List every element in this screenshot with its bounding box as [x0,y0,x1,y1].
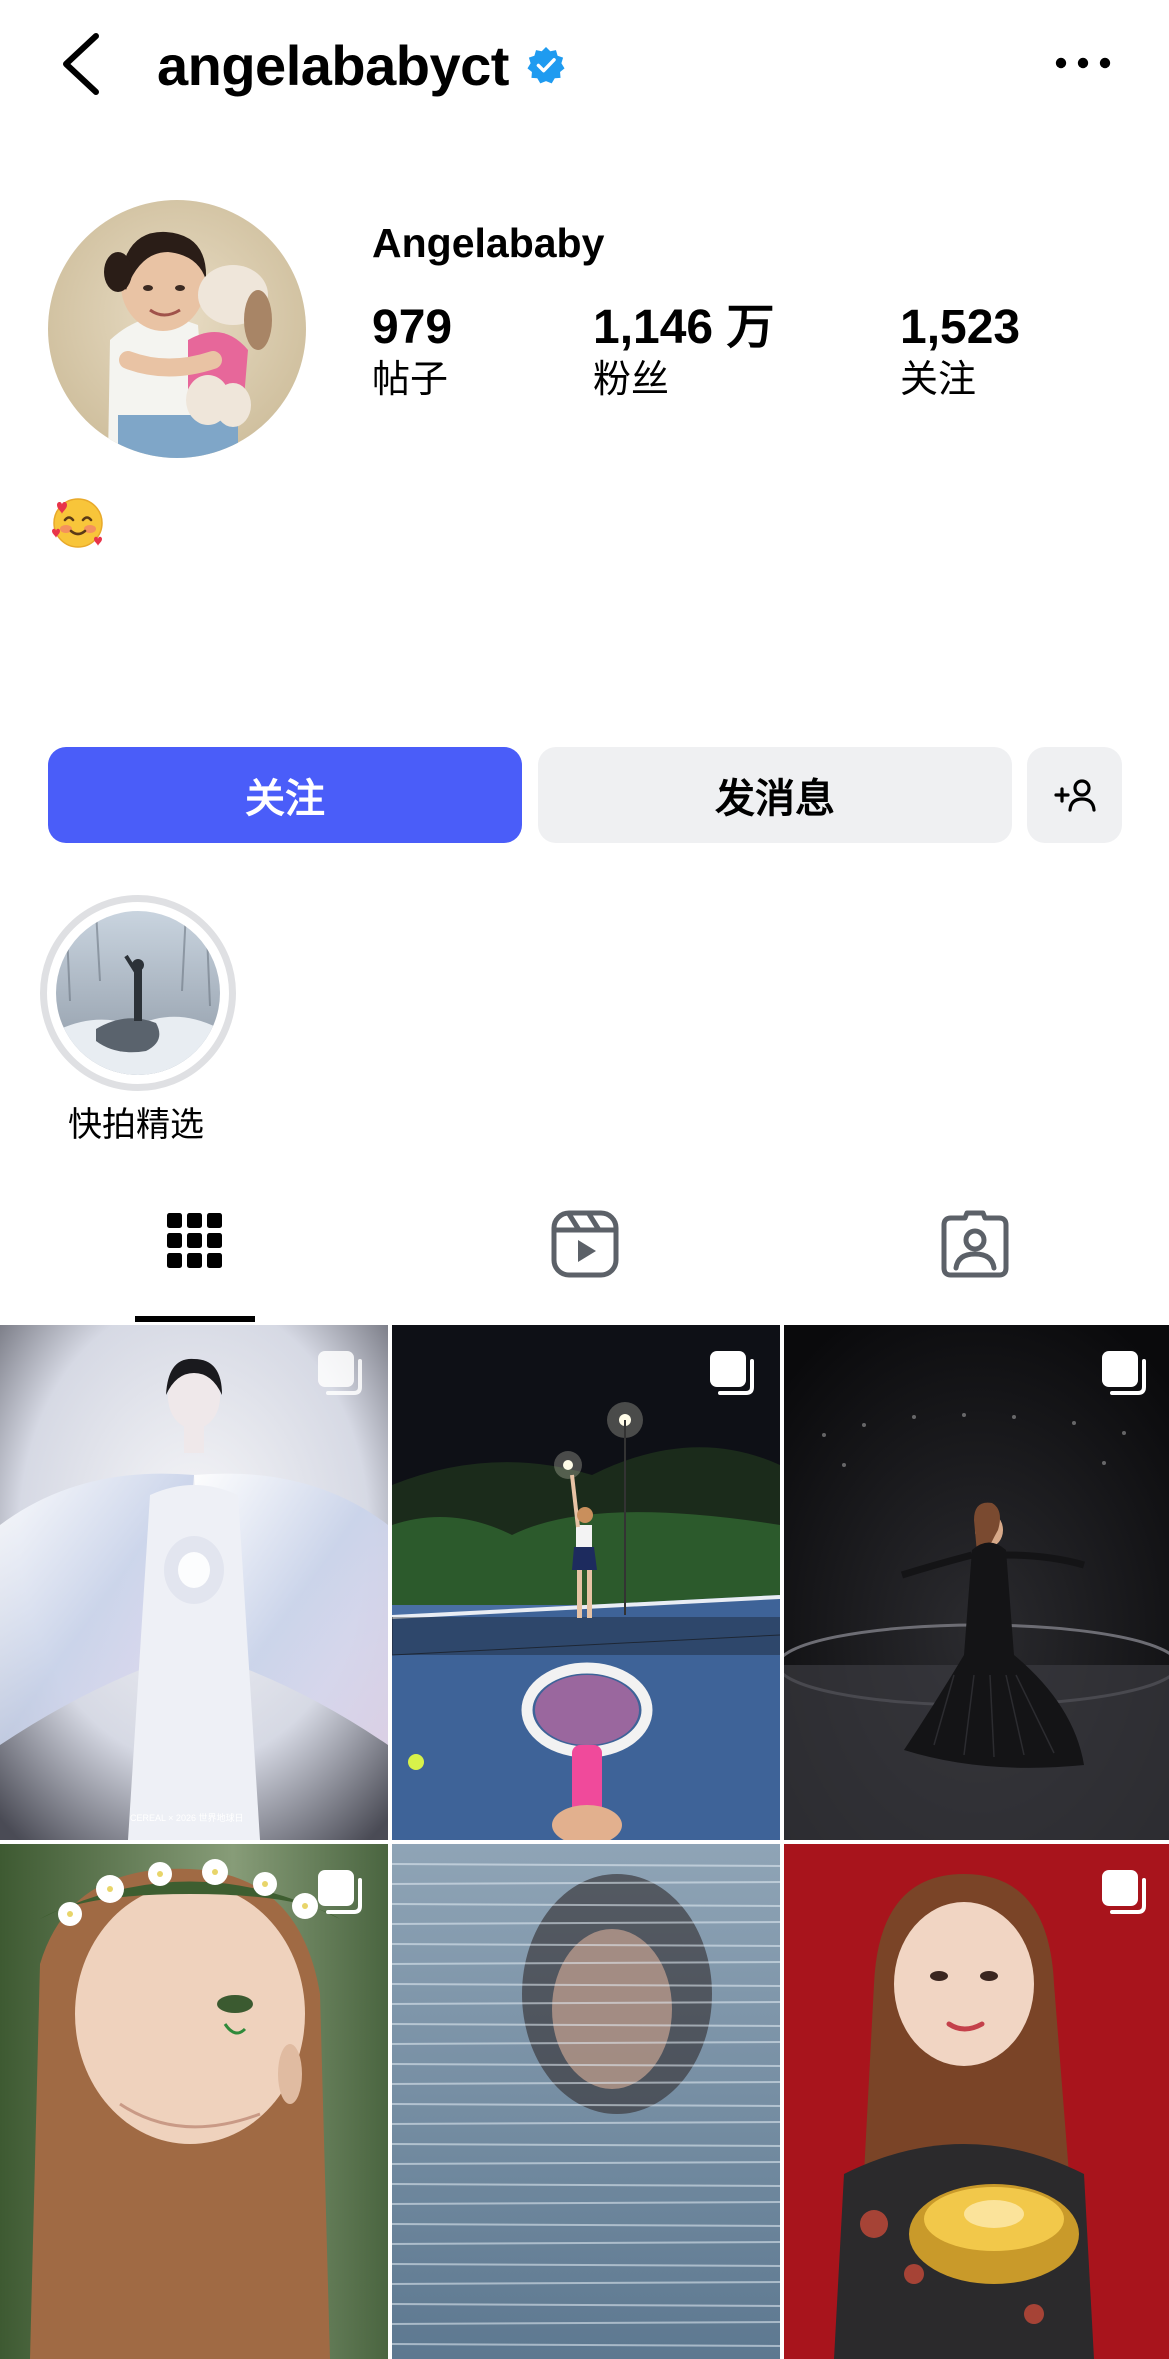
tab-reels[interactable] [525,1210,645,1320]
stat-posts-value: 979 [372,301,453,354]
more-options-button[interactable] [1053,50,1113,76]
multiple-images-icon [318,1351,362,1395]
highlight-item[interactable]: 快拍精选 [40,895,236,1144]
message-button[interactable]: 发消息 [538,747,1012,843]
grid-icon [167,1213,222,1268]
multiple-images-icon [318,1870,362,1914]
top-bar: angelababyct [0,0,1169,130]
highlight-cover [56,911,220,1075]
smiling-face-hearts-emoji [52,498,103,548]
stat-followers-value: 1,146 万 [593,301,775,354]
highlight-ring [40,895,236,1091]
post-image [0,1325,388,1840]
reels-icon [551,1210,619,1278]
post-caption-text: CEREAL × 2026 世界地球日 [130,1813,244,1823]
profile-username: angelababyct [157,33,509,97]
profile-avatar[interactable] [48,200,306,458]
highlight-cover-photo [56,911,220,1075]
avatar-photo [48,200,306,458]
post-image [0,1844,388,2359]
more-horizontal-icon [1055,57,1111,69]
back-button[interactable] [58,32,106,96]
username-container: angelababyct [157,30,565,100]
multiple-images-icon [1102,1351,1146,1395]
post-thumbnail[interactable] [392,1844,780,2359]
stat-following-value: 1,523 [900,301,1021,354]
chevron-left-icon [63,33,99,95]
post-image [392,1325,780,1840]
add-person-icon [1053,779,1096,812]
tagged-person-icon [941,1210,1009,1278]
verified-badge-icon [527,46,565,84]
post-image [784,1325,1169,1840]
post-thumbnail[interactable] [784,1325,1169,1840]
highlight-label: 快拍精选 [68,1106,204,1144]
stat-following[interactable]: 1,523 关注 [900,301,1021,406]
suggested-accounts-button[interactable] [1027,747,1122,843]
stat-posts-label: 帖子 [372,358,449,401]
post-image [392,1844,780,2359]
stat-posts[interactable]: 979 帖子 [372,301,453,406]
multiple-images-icon [710,1351,754,1395]
stat-followers-label: 粉丝 [593,358,670,401]
post-image [784,1844,1169,2359]
tab-tagged[interactable] [915,1210,1035,1320]
stat-following-label: 关注 [900,358,977,401]
active-tab-indicator [135,1316,255,1322]
display-name: Angelababy [372,220,605,266]
post-thumbnail[interactable] [0,1844,388,2359]
stat-followers[interactable]: 1,146 万 粉丝 [593,301,775,406]
follow-button[interactable]: 关注 [48,747,522,843]
multiple-images-icon [1102,1870,1146,1914]
tab-posts[interactable] [135,1210,255,1320]
post-thumbnail[interactable] [392,1325,780,1840]
post-thumbnail[interactable] [784,1844,1169,2359]
post-thumbnail[interactable]: CEREAL × 2026 世界地球日 [0,1325,388,1840]
